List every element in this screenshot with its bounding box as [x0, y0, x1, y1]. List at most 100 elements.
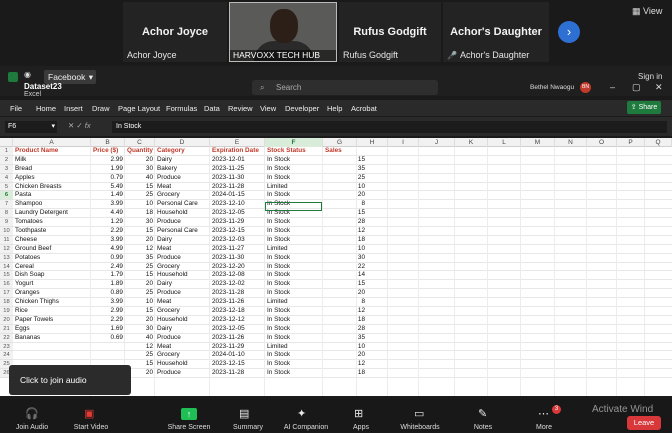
- table-cell[interactable]: In Stock: [265, 227, 323, 236]
- column-header-e[interactable]: E: [210, 138, 265, 147]
- row-header-10[interactable]: 10: [0, 227, 13, 236]
- table-cell[interactable]: 20: [323, 191, 367, 200]
- table-cell[interactable]: 14: [323, 271, 367, 280]
- table-cell[interactable]: 10: [323, 245, 367, 254]
- table-cell[interactable]: In Stock: [265, 289, 323, 298]
- menu-data[interactable]: Data: [204, 104, 220, 113]
- sign-in-link[interactable]: Sign in: [638, 72, 662, 81]
- table-cell[interactable]: 2023-11-29: [210, 343, 265, 352]
- table-cell[interactable]: Grocery: [155, 191, 210, 200]
- table-cell[interactable]: 30: [125, 325, 155, 334]
- leave-button[interactable]: Leave: [627, 416, 661, 430]
- spreadsheet-grid[interactable]: ABCDEFGHIJKLMNOPQ 1 2 3 4 5 6 7 8 9 10 11 12 13 14 15 1…: [0, 138, 672, 396]
- table-cell[interactable]: Household: [155, 209, 210, 218]
- table-cell[interactable]: 1.99: [91, 165, 125, 174]
- column-header-n[interactable]: N: [555, 138, 587, 147]
- row-header-11[interactable]: 11: [0, 235, 13, 245]
- column-header-g[interactable]: G: [323, 138, 357, 147]
- row-header-1[interactable]: 1: [0, 147, 13, 156]
- share-screen-icon[interactable]: ↑: [181, 408, 197, 420]
- table-cell[interactable]: 35: [323, 334, 367, 343]
- menu-draw[interactable]: Draw: [92, 104, 110, 113]
- column-header-m[interactable]: M: [521, 138, 555, 147]
- column-header-q[interactable]: Q: [645, 138, 672, 147]
- table-cell[interactable]: 0.69: [91, 334, 125, 343]
- table-cell[interactable]: Personal Care: [155, 227, 210, 236]
- table-cell[interactable]: 12: [125, 245, 155, 254]
- table-cell[interactable]: 25: [125, 351, 155, 360]
- table-cell[interactable]: 2.29: [91, 227, 125, 236]
- notes-button[interactable]: Notes: [468, 424, 498, 431]
- table-cell[interactable]: 10: [323, 183, 367, 192]
- table-cell[interactable]: Dairy: [155, 156, 210, 165]
- table-cell[interactable]: 30: [125, 218, 155, 227]
- table-cell[interactable]: 1.79: [91, 271, 125, 280]
- table-cell[interactable]: 12: [323, 360, 367, 369]
- table-cell[interactable]: Grocery: [155, 351, 210, 360]
- column-title[interactable]: Sales: [323, 147, 367, 156]
- table-cell[interactable]: 22: [323, 263, 367, 272]
- table-cell[interactable]: 2.99: [91, 307, 125, 316]
- table-cell[interactable]: In Stock: [265, 218, 323, 227]
- menu-home[interactable]: Home: [36, 104, 56, 113]
- table-cell[interactable]: In Stock: [265, 316, 323, 325]
- table-cell[interactable]: 1.49: [91, 191, 125, 200]
- table-cell[interactable]: Rice: [13, 307, 91, 316]
- table-cell[interactable]: 40: [125, 174, 155, 183]
- table-cell[interactable]: 1.69: [91, 325, 125, 334]
- menu-acrobat[interactable]: Acrobat: [351, 104, 377, 113]
- table-cell[interactable]: 10: [125, 200, 155, 209]
- row-header-8[interactable]: 8: [0, 209, 13, 219]
- menu-insert[interactable]: Insert: [64, 104, 83, 113]
- table-cell[interactable]: Yogurt: [13, 280, 91, 289]
- row-header-4[interactable]: 4: [0, 173, 13, 183]
- table-cell[interactable]: Produce: [155, 174, 210, 183]
- table-cell[interactable]: 18: [323, 236, 367, 245]
- more-icon[interactable]: ⋯: [538, 407, 549, 420]
- table-cell[interactable]: Grocery: [155, 307, 210, 316]
- table-cell[interactable]: 35: [323, 165, 367, 174]
- table-cell[interactable]: Laundry Detergent: [13, 209, 91, 218]
- table-cell[interactable]: 4.49: [91, 209, 125, 218]
- table-cell[interactable]: Bread: [13, 165, 91, 174]
- row-header-15[interactable]: 15: [0, 271, 13, 281]
- menu-help[interactable]: Help: [327, 104, 342, 113]
- table-cell[interactable]: In Stock: [265, 174, 323, 183]
- table-cell[interactable]: 30: [323, 254, 367, 263]
- table-cell[interactable]: 20: [125, 156, 155, 165]
- name-box[interactable]: F6 ▾: [5, 121, 57, 133]
- column-header-d[interactable]: D: [155, 138, 210, 147]
- table-cell[interactable]: 35: [125, 254, 155, 263]
- minimize-icon[interactable]: –: [610, 82, 615, 92]
- table-cell[interactable]: Personal Care: [155, 200, 210, 209]
- table-cell[interactable]: 15: [125, 227, 155, 236]
- participant-tile-rufus-godgift[interactable]: Rufus Godgift Rufus Godgift: [339, 2, 441, 62]
- table-cell[interactable]: Eggs: [13, 325, 91, 334]
- table-cell[interactable]: Ground Beef: [13, 245, 91, 254]
- table-cell[interactable]: 20: [323, 351, 367, 360]
- table-cell[interactable]: Oranges: [13, 289, 91, 298]
- table-cell[interactable]: Chicken Thighs: [13, 298, 91, 307]
- row-header-9[interactable]: 9: [0, 218, 13, 228]
- table-cell[interactable]: 2023-11-30: [210, 174, 265, 183]
- row-header-13[interactable]: 13: [0, 253, 13, 263]
- row-header-24[interactable]: 24: [0, 351, 13, 361]
- menu-view[interactable]: View: [260, 104, 276, 113]
- table-cell[interactable]: 20: [125, 316, 155, 325]
- row-header-14[interactable]: 14: [0, 262, 13, 272]
- table-cell[interactable]: Meat: [155, 183, 210, 192]
- table-cell[interactable]: 8: [323, 298, 367, 307]
- whiteboard-icon[interactable]: ▭: [414, 407, 424, 420]
- table-cell[interactable]: 28: [323, 325, 367, 334]
- row-header-3[interactable]: 3: [0, 164, 13, 174]
- table-cell[interactable]: [13, 351, 91, 360]
- table-cell[interactable]: 2023-12-02: [210, 280, 265, 289]
- table-cell[interactable]: Meat: [155, 343, 210, 352]
- table-cell[interactable]: 2023-11-28: [210, 183, 265, 192]
- table-cell[interactable]: 10: [323, 343, 367, 352]
- table-cell[interactable]: 12: [323, 307, 367, 316]
- table-cell[interactable]: 2023-12-20: [210, 263, 265, 272]
- share-button[interactable]: ⇪ Share: [627, 101, 661, 114]
- table-cell[interactable]: 2023-12-12: [210, 316, 265, 325]
- table-cell[interactable]: 2023-11-28: [210, 369, 265, 378]
